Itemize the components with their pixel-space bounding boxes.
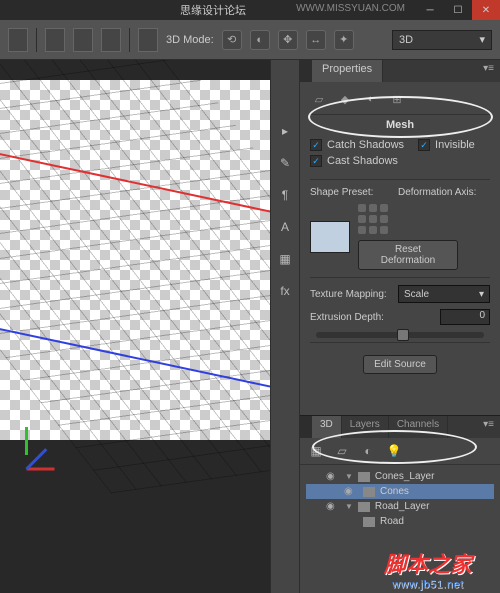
shape-preset-swatch[interactable] [310,221,350,253]
window-title: 思缘设计论坛 [180,2,246,18]
catch-shadows-checkbox[interactable]: ✓Catch Shadows [310,139,404,151]
align-center-icon[interactable] [101,28,121,52]
window-controls: ─ ☐ ✕ [416,0,500,20]
character-icon[interactable]: A [274,216,296,238]
3d-filter-row: ▦ ▱ ◐ 💡 [300,438,500,465]
close-button[interactable]: ✕ [472,0,500,20]
scale-icon[interactable]: ✦ [334,30,354,50]
roll-icon[interactable]: ◐ [250,30,270,50]
paragraph-icon[interactable]: ¶ [274,184,296,206]
texture-mapping-select[interactable]: Scale▾ [398,285,490,303]
deformation-axis-grid[interactable] [358,204,458,234]
extrusion-depth-field[interactable]: 0 [440,309,490,325]
distribute-v-icon[interactable] [73,28,93,52]
orbit-icon[interactable]: ⟲ [222,30,242,50]
watermark-url: WWW.MISSYUAN.COM [296,3,405,14]
maximize-button[interactable]: ☐ [444,0,472,20]
chevron-down-icon: ▾ [479,33,485,46]
invisible-checkbox[interactable]: ✓Invisible [418,139,475,151]
tab-3d[interactable]: 3D [312,416,342,438]
section-mesh-title: Mesh [310,115,490,135]
texture-mapping-label: Texture Mapping: [310,289,390,300]
x-axis-icon[interactable] [27,468,55,471]
3d-panel-tabs: 3D Layers Channels ▾≡ [300,416,500,438]
shape-preset-label: Shape Preset: [310,187,390,198]
extrusion-slider[interactable] [316,332,484,338]
cast-shadows-checkbox[interactable]: ✓Cast Shadows [310,155,398,167]
edit-source-button[interactable]: Edit Source [363,355,437,374]
footer-watermark: 脚本之家 www.jb51.net [384,547,472,591]
material-filter-icon[interactable]: ◐ [360,443,376,459]
properties-filter-row: ▱ ◆ ◐ ⊞ [310,88,490,115]
light-filter-icon[interactable]: 💡 [386,443,402,459]
reset-deformation-button[interactable]: Reset Deformation [358,240,458,270]
y-axis-icon[interactable] [25,427,28,455]
visibility-icon[interactable]: ◉ [326,471,340,482]
3d-canvas[interactable] [0,60,270,593]
chevron-down-icon: ▾ [479,289,484,300]
extrusion-depth-label: Extrusion Depth: [310,312,390,323]
options-bar: 3D Mode: ⟲ ◐ ✥ ↔ ✦ 3D▾ [0,20,500,60]
render-mode-dropdown[interactable]: 3D▾ [392,30,492,50]
3d-mode-label: 3D Mode: [166,34,214,46]
panel-menu-icon[interactable]: ▾≡ [477,60,500,82]
visibility-icon[interactable]: ◉ [326,501,340,512]
tree-cones[interactable]: ◉Cones [306,484,494,499]
visibility-icon[interactable]: ◉ [344,486,358,497]
properties-panel-tabs: Properties ▾≡ [300,60,500,82]
cap-filter-icon[interactable]: ◐ [362,90,380,108]
tree-road[interactable]: Road [306,514,494,529]
tree-road-layer[interactable]: ◉▼Road_Layer [306,499,494,514]
minimize-button[interactable]: ─ [416,0,444,20]
tab-properties[interactable]: Properties [312,60,383,82]
deform-axis-label: Deformation Axis: [398,187,478,198]
slide-icon[interactable]: ↔ [306,30,326,50]
mesh-filter-icon[interactable]: ▱ [310,90,328,108]
distribute-h-icon[interactable] [45,28,65,52]
fx-icon[interactable]: fx [274,280,296,302]
swatch-icon[interactable]: ▦ [274,248,296,270]
scene-filter-icon[interactable]: ▦ [308,443,324,459]
tab-layers[interactable]: Layers [342,416,389,438]
mesh-filter-icon[interactable]: ▱ [334,443,350,459]
ground-plane-grid [0,79,270,442]
deform-filter-icon[interactable]: ◆ [336,90,354,108]
coord-filter-icon[interactable]: ⊞ [388,90,406,108]
pan-icon[interactable]: ✥ [278,30,298,50]
brush-icon[interactable]: ✎ [274,152,296,174]
align-distribute-icon[interactable] [138,28,158,52]
tab-channels[interactable]: Channels [389,416,448,438]
vertical-toolbar: ▸ ✎ ¶ A ▦ fx [270,60,300,593]
align-left-icon[interactable] [8,28,28,52]
tree-cones-layer[interactable]: ◉▼Cones_Layer [306,469,494,484]
collapse-icon[interactable]: ▸ [274,120,296,142]
panel-menu-icon[interactable]: ▾≡ [477,416,500,438]
